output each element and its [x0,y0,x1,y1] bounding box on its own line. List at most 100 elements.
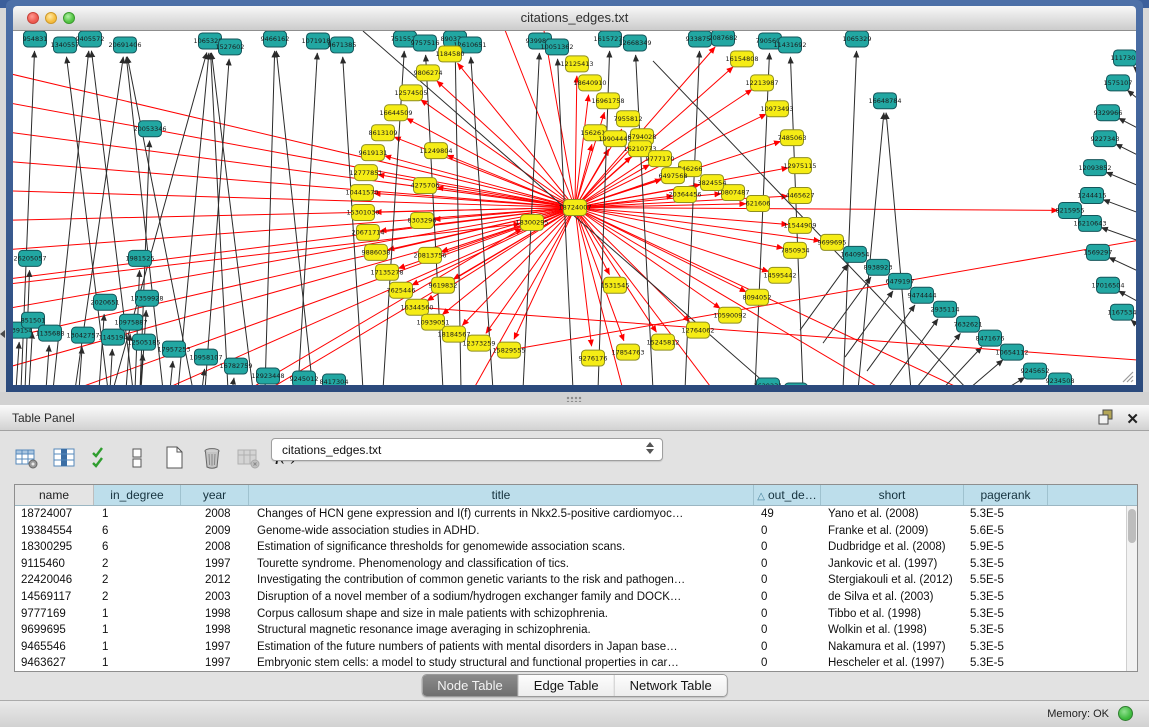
citation-edge-black[interactable] [46,345,49,385]
citation-edge-red[interactable] [575,95,589,208]
column-header-year[interactable]: year [181,485,249,505]
citation-edge-black[interactable] [232,378,234,385]
citation-edge-red[interactable] [473,208,575,385]
table-cell[interactable]: 0 [754,523,821,540]
table-cell[interactable]: Estimation of significance thresholds fo… [249,539,754,556]
table-cell[interactable]: 1 [94,639,181,656]
table-cell[interactable]: 0 [754,606,821,623]
column-header-short[interactable]: short [821,485,964,505]
tab-edge-table[interactable]: Edge Table [519,675,615,696]
network-window-titlebar[interactable]: citations_edges.txt [13,6,1136,31]
table-cell[interactable]: 5.3E-5 [964,639,1048,656]
citation-edge-black[interactable] [202,369,205,385]
citation-edge-black[interactable] [29,332,32,385]
table-cell[interactable]: 9465546 [15,639,94,656]
table-cell[interactable]: de Silva et al. (2003) [821,589,964,606]
close-panel-icon[interactable]: ✕ [1126,411,1139,429]
table-cell[interactable]: 0 [754,622,821,639]
select-column-button[interactable] [51,445,77,471]
column-header-name[interactable]: name [15,485,94,505]
table-cell[interactable]: 1998 [181,622,249,639]
table-cell[interactable]: 1997 [181,556,249,573]
table-cell[interactable]: 5.3E-5 [964,589,1048,606]
citation-edge-red[interactable] [13,101,575,208]
table-selector-combobox[interactable]: citations_edges.txt [271,438,663,461]
table-cell[interactable]: Corpus callosum shape and size in male p… [249,606,754,623]
table-cell[interactable]: 9115460 [15,556,94,573]
table-cell[interactable]: 2 [94,556,181,573]
table-row[interactable]: 946554611997Estimation of the future num… [15,639,1137,656]
column-header-out_de[interactable]: △out_de… [754,485,821,505]
table-row[interactable]: 1830029562008Estimation of significance … [15,539,1137,556]
table-cell[interactable]: 2 [94,572,181,589]
citation-edge-black[interactable] [843,51,857,385]
table-cell[interactable]: Dudbridge et al. (2008) [821,539,964,556]
citation-edge-black[interactable] [1109,257,1136,273]
tab-node-table[interactable]: Node Table [422,675,519,696]
citation-edge-red[interactable] [575,208,1058,211]
table-row[interactable]: 911546021997Tourette syndrome. Phenomeno… [15,556,1137,573]
table-row[interactable]: 1456911722003Disruption of a novel membe… [15,589,1137,606]
table-cell[interactable]: Hescheler et al. (1997) [821,655,964,672]
citation-edge-black[interactable] [1119,118,1136,130]
table-cell[interactable]: Yano et al. (2008) [821,506,964,523]
table-cell[interactable]: 9699695 [15,622,94,639]
table-cell[interactable]: 1 [94,622,181,639]
table-cell[interactable]: 0 [754,655,821,672]
table-cell[interactable]: 5.3E-5 [964,606,1048,623]
import-table-button-disabled[interactable] [236,445,262,471]
citation-edge-red[interactable] [13,161,575,208]
table-cell[interactable]: Changes of HCN gene expression and I(f) … [249,506,754,523]
citation-edge-red[interactable] [13,71,575,208]
column-header-in_degree[interactable]: in_degree [94,485,181,505]
citation-edge-black[interactable] [265,51,275,385]
table-cell[interactable]: 18724007 [15,506,94,523]
citation-edge-black[interactable] [1127,90,1136,102]
table-cell[interactable]: 2012 [181,572,249,589]
graph-node[interactable] [785,383,808,385]
table-cell[interactable]: Genome-wide association studies in ADHD. [249,523,754,540]
table-row[interactable]: 969969511998Structural magnetic resonanc… [15,622,1137,639]
citation-edge-black[interactable] [1103,200,1136,215]
select-all-rows-button[interactable] [88,445,114,471]
citation-edge-black[interactable] [1131,320,1136,330]
citation-edge-black[interactable] [110,349,112,385]
table-cell[interactable]: Investigating the contribution of common… [249,572,754,589]
tab-network-table[interactable]: Network Table [615,675,727,696]
table-cell[interactable]: 1 [94,606,181,623]
table-row[interactable]: 1938455462009Genome-wide association stu… [15,523,1137,540]
network-canvas[interactable]: 9548311340557940557220691406106532871527… [13,31,1136,385]
table-cell[interactable]: Nakamura et al. (1997) [821,639,964,656]
table-cell[interactable]: 0 [754,556,821,573]
table-cell[interactable]: 2009 [181,523,249,540]
table-cell[interactable]: Tibbo et al. (1998) [821,606,964,623]
table-cell[interactable]: 0 [754,589,821,606]
table-scrollbar[interactable] [1126,506,1137,671]
citation-edge-black[interactable] [383,51,404,385]
split-pane-divider[interactable] [0,392,1149,405]
table-cell[interactable]: Disruption of a novel member of a sodium… [249,589,754,606]
divider-grip-icon[interactable] [566,396,582,402]
citation-edge-black[interactable] [1101,227,1136,242]
table-cell[interactable]: Structural magnetic resonance image aver… [249,622,754,639]
resize-grip-icon[interactable] [1120,369,1134,383]
table-cell[interactable]: 5.3E-5 [964,655,1048,672]
citation-edge-black[interactable] [963,360,1003,385]
table-cell[interactable]: 19384554 [15,523,94,540]
table-cell[interactable]: 1997 [181,655,249,672]
table-cell[interactable]: 5.6E-5 [964,523,1048,540]
table-cell[interactable]: 5.3E-5 [964,622,1048,639]
panel-collapse-arrow-icon[interactable] [0,330,5,338]
cells-button[interactable] [125,445,151,471]
citation-edge-black[interactable] [886,113,911,385]
column-header-pagerank[interactable]: pagerank [964,485,1048,505]
table-cell[interactable]: 6 [94,523,181,540]
table-cell[interactable]: 9777169 [15,606,94,623]
table-row[interactable]: 2242004622012Investigating the contribut… [15,572,1137,589]
table-cell[interactable]: 1998 [181,606,249,623]
table-cell[interactable]: Franke et al. (2009) [821,523,964,540]
table-cell[interactable]: 0 [754,572,821,589]
table-cell[interactable]: Wolkin et al. (1998) [821,622,964,639]
table-cell[interactable]: 1 [94,506,181,523]
table-cell[interactable]: 5.5E-5 [964,572,1048,589]
